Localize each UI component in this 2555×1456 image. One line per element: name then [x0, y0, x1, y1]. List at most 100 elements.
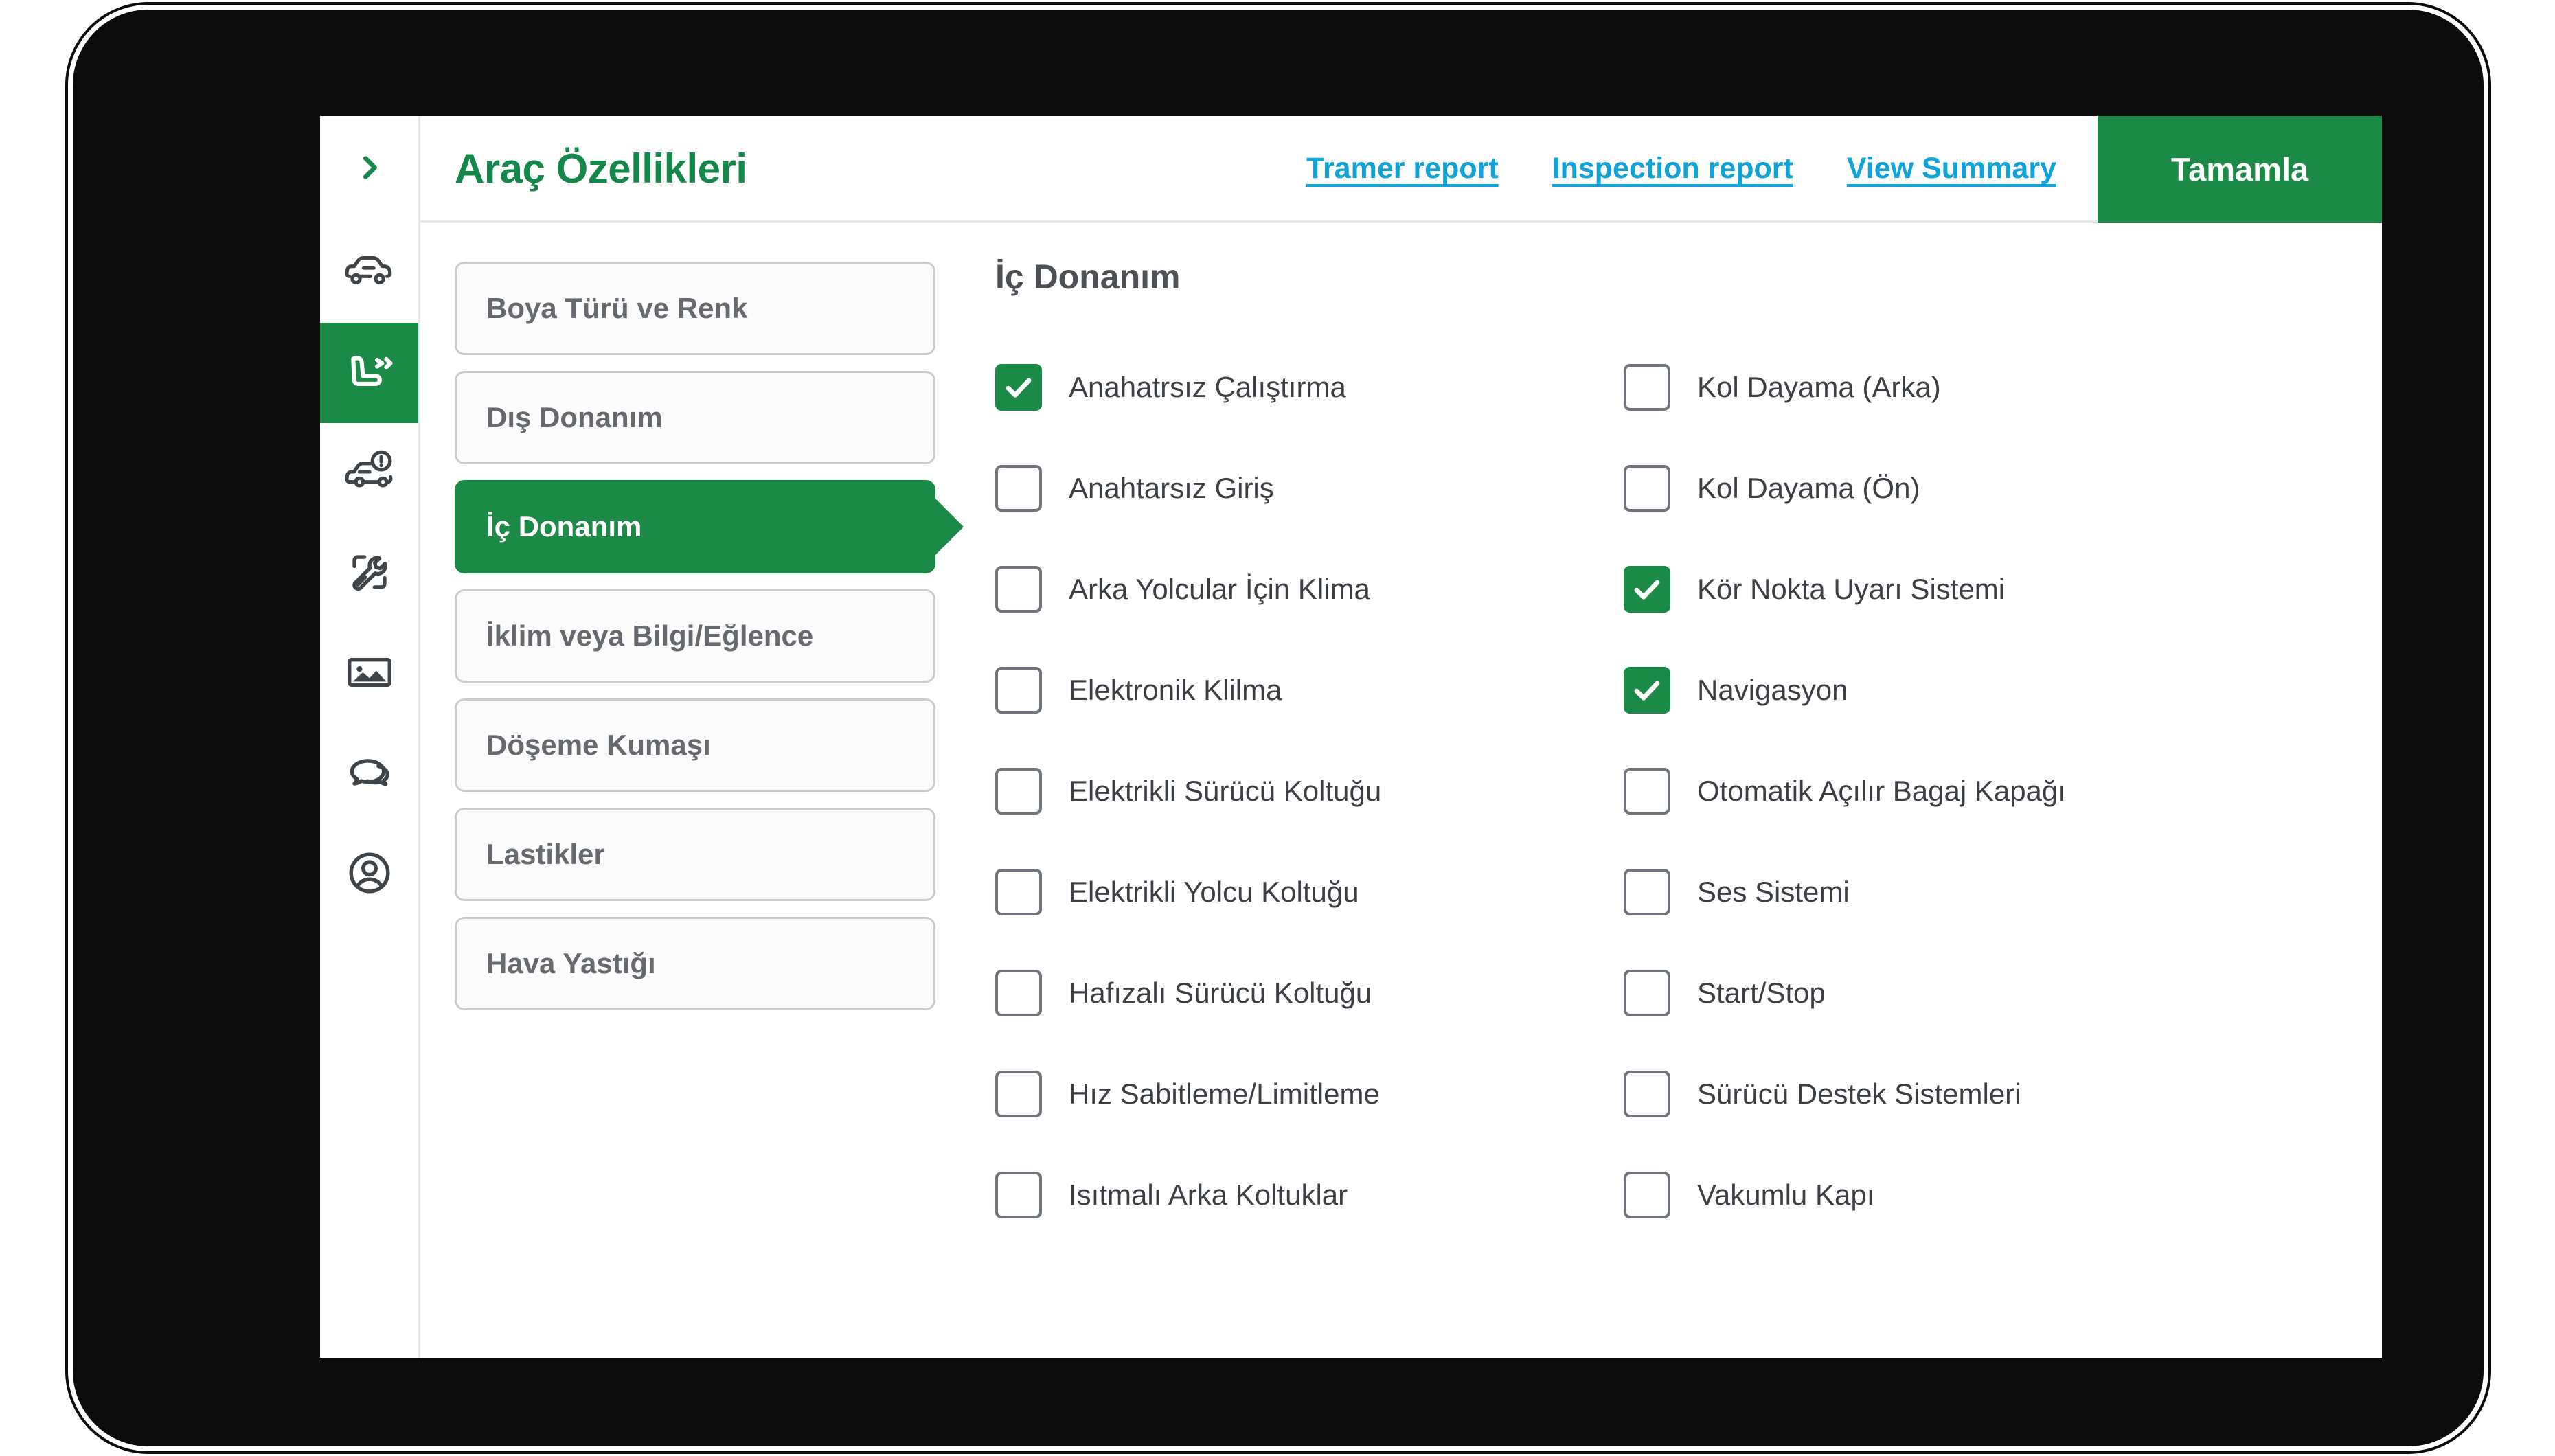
options-heading: İç Donanım	[995, 257, 2382, 297]
checkbox-checked-icon[interactable]	[995, 364, 1042, 411]
option-label: Start/Stop	[1697, 977, 1826, 1010]
screen-content: Araç Özellikleri Tramer report Inspectio…	[420, 116, 2382, 1358]
options-left-column: Anahatrsız Çalıştırma Anahtarsız Giriş Ark…	[995, 337, 1624, 1245]
option-row-navigasyon[interactable]: Navigasyon	[1624, 639, 2382, 740]
options-panel: İç Donanım Anahatrsız Çalıştırma Anahtars…	[956, 223, 2382, 1358]
option-label: Hafızalı Sürücü Koltuğu	[1069, 977, 1372, 1010]
section-tab-boya-turu-ve-renk[interactable]: Boya Türü ve Renk	[455, 262, 935, 355]
section-tab-doseme-kumasi[interactable]: Döşeme Kumaşı	[455, 698, 935, 792]
section-tab-hava-yastigi[interactable]: Hava Yastığı	[455, 917, 935, 1010]
checkbox-unchecked-icon[interactable]	[995, 1172, 1042, 1218]
section-tabs-list: Boya Türü ve Renk Dış Donanım İç Donanım…	[420, 223, 956, 1358]
option-label: Kol Dayama (Ön)	[1697, 472, 1920, 505]
chat-bubbles-icon	[343, 746, 396, 803]
rail-item-messages[interactable]	[320, 724, 418, 824]
checkbox-unchecked-icon[interactable]	[995, 1071, 1042, 1117]
checkbox-unchecked-icon[interactable]	[1624, 364, 1670, 411]
option-label: Kör Nokta Uyarı Sistemi	[1697, 573, 2005, 606]
user-circle-icon	[343, 846, 396, 903]
option-row-elektrikli-yolcu-koltugu[interactable]: Elektrikli Yolcu Koltuğu	[995, 841, 1624, 942]
tablet-device-frame: Araç Özellikleri Tramer report Inspectio…	[73, 10, 2484, 1446]
section-tab-label: Döşeme Kumaşı	[486, 729, 711, 762]
rail-item-interior[interactable]	[320, 323, 418, 423]
option-label: Elektronik Klilma	[1069, 674, 1282, 707]
rail-item-damage[interactable]	[320, 423, 418, 523]
image-icon	[343, 646, 396, 703]
option-row-hiz-sabitleme-limitleme[interactable]: Hız Sabitleme/Limitleme	[995, 1043, 1624, 1144]
checkbox-unchecked-icon[interactable]	[1624, 869, 1670, 915]
section-tab-label: Hava Yastığı	[486, 947, 656, 980]
sidebar-expand-button[interactable]	[320, 116, 418, 223]
option-row-kor-nokta-uyari-sistemi[interactable]: Kör Nokta Uyarı Sistemi	[1624, 538, 2382, 639]
option-label: Elektrikli Sürücü Koltuğu	[1069, 775, 1381, 808]
checkbox-unchecked-icon[interactable]	[995, 869, 1042, 915]
option-row-elektronik-klilma[interactable]: Elektronik Klilma	[995, 639, 1624, 740]
checkbox-unchecked-icon[interactable]	[1624, 1172, 1670, 1218]
section-tab-label: İklim veya Bilgi/Eğlence	[486, 619, 813, 652]
section-tab-label: Boya Türü ve Renk	[486, 292, 747, 325]
option-row-start-stop[interactable]: Start/Stop	[1624, 942, 2382, 1043]
app-screen: Araç Özellikleri Tramer report Inspectio…	[320, 116, 2382, 1358]
option-row-hafizali-surucu-koltugu[interactable]: Hafızalı Sürücü Koltuğu	[995, 942, 1624, 1043]
checkbox-checked-icon[interactable]	[1624, 566, 1670, 613]
tramer-report-link[interactable]: Tramer report	[1306, 152, 1499, 185]
rail-item-photos[interactable]	[320, 624, 418, 724]
checkbox-unchecked-icon[interactable]	[995, 465, 1042, 512]
section-tab-iklim-veya-bilgi-eglence[interactable]: İklim veya Bilgi/Eğlence	[455, 589, 935, 683]
icon-rail-sidebar	[320, 116, 420, 1358]
option-label: Anahatrsız Çalıştırma	[1069, 371, 1346, 404]
checkbox-unchecked-icon[interactable]	[1624, 465, 1670, 512]
checkbox-checked-icon[interactable]	[1624, 667, 1670, 714]
option-label: Kol Dayama (Arka)	[1697, 371, 1941, 404]
checkbox-unchecked-icon[interactable]	[1624, 970, 1670, 1016]
section-tab-dis-donanim[interactable]: Dış Donanım	[455, 371, 935, 464]
section-tab-ic-donanim[interactable]: İç Donanım	[455, 480, 935, 573]
checkbox-unchecked-icon[interactable]	[995, 566, 1042, 613]
option-row-arka-yolcular-i-cin-klima[interactable]: Arka Yolcular İçin Klima	[995, 538, 1624, 639]
option-label: Anahtarsız Giriş	[1069, 472, 1274, 505]
view-summary-link[interactable]: View Summary	[1847, 152, 2056, 185]
section-tab-lastikler[interactable]: Lastikler	[455, 808, 935, 901]
option-row-vakumlu-kapi[interactable]: Vakumlu Kapı	[1624, 1144, 2382, 1245]
section-tab-label: Lastikler	[486, 838, 605, 871]
options-right-column: Kol Dayama (Arka) Kol Dayama (Ön) Kör Nokt…	[1624, 337, 2382, 1245]
rail-item-service[interactable]	[320, 523, 418, 624]
options-grid: Anahatrsız Çalıştırma Anahtarsız Giriş Ark…	[995, 337, 2382, 1245]
option-row-anahatrsiz-calistirma[interactable]: Anahatrsız Çalıştırma	[995, 337, 1624, 437]
option-label: Arka Yolcular İçin Klima	[1069, 573, 1370, 606]
app-body: Boya Türü ve Renk Dış Donanım İç Donanım…	[420, 223, 2382, 1358]
option-label: Otomatik Açılır Bagaj Kapağı	[1697, 775, 2066, 808]
checkbox-unchecked-icon[interactable]	[995, 667, 1042, 714]
section-tab-label: Dış Donanım	[486, 401, 663, 434]
section-tab-label: İç Donanım	[486, 510, 641, 543]
car-icon	[343, 244, 396, 302]
checkbox-unchecked-icon[interactable]	[995, 970, 1042, 1016]
wrench-tools-icon	[343, 545, 396, 602]
checkbox-unchecked-icon[interactable]	[1624, 768, 1670, 815]
option-row-isitmali-arka-koltuklar[interactable]: Isıtmalı Arka Koltuklar	[995, 1144, 1624, 1245]
header-links: Tramer report Inspection report View Sum…	[747, 116, 2098, 220]
option-label: Hız Sabitleme/Limitleme	[1069, 1078, 1380, 1111]
option-label: Isıtmalı Arka Koltuklar	[1069, 1179, 1348, 1212]
option-label: Ses Sistemi	[1697, 876, 1850, 909]
option-label: Elektrikli Yolcu Koltuğu	[1069, 876, 1359, 909]
rail-item-vehicle[interactable]	[320, 223, 418, 323]
option-row-surucu-destek-sistemleri[interactable]: Sürücü Destek Sistemleri	[1624, 1043, 2382, 1144]
option-row-elektrikli-surucu-koltugu[interactable]: Elektrikli Sürücü Koltuğu	[995, 740, 1624, 841]
inspection-report-link[interactable]: Inspection report	[1552, 152, 1793, 185]
option-label: Sürücü Destek Sistemleri	[1697, 1078, 2021, 1111]
option-row-kol-dayama-arka[interactable]: Kol Dayama (Arka)	[1624, 337, 2382, 437]
option-row-kol-dayama-on[interactable]: Kol Dayama (Ön)	[1624, 437, 2382, 538]
rail-item-account[interactable]	[320, 824, 418, 924]
complete-button[interactable]: Tamamla	[2098, 116, 2382, 223]
app-header: Araç Özellikleri Tramer report Inspectio…	[420, 116, 2382, 223]
option-label: Vakumlu Kapı	[1697, 1179, 1874, 1212]
option-row-ses-sistemi[interactable]: Ses Sistemi	[1624, 841, 2382, 942]
checkbox-unchecked-icon[interactable]	[995, 768, 1042, 815]
option-row-anahtarsiz-giris[interactable]: Anahtarsız Giriş	[995, 437, 1624, 538]
car-seat-icon	[343, 345, 396, 402]
option-row-otomatik-acilir-bagaj-kapagi[interactable]: Otomatik Açılır Bagaj Kapağı	[1624, 740, 2382, 841]
option-label: Navigasyon	[1697, 674, 1848, 707]
checkbox-unchecked-icon[interactable]	[1624, 1071, 1670, 1117]
car-damage-alert-icon	[343, 445, 396, 502]
